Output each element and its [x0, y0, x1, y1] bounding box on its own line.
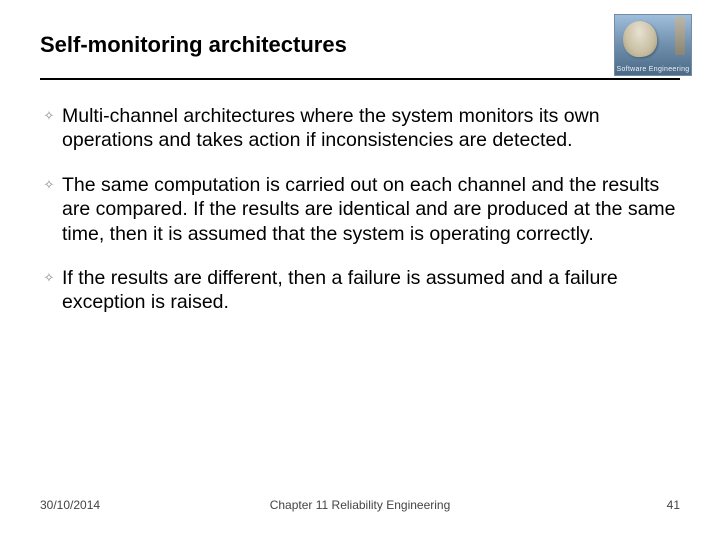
header-rule — [40, 78, 680, 80]
bullet-text: If the results are different, then a fai… — [62, 266, 680, 315]
list-item: ✧ If the results are different, then a f… — [40, 266, 680, 315]
diamond-bullet-icon: ✧ — [40, 270, 58, 286]
logo-caption: Software Engineering — [615, 66, 691, 73]
book-cover-icon: Software Engineering — [614, 14, 692, 76]
footer-chapter: Chapter 11 Reliability Engineering — [40, 498, 680, 512]
diamond-bullet-icon: ✧ — [40, 108, 58, 124]
slide: Self-monitoring architectures Software E… — [0, 0, 720, 540]
slide-header: Self-monitoring architectures Software E… — [40, 32, 680, 76]
slide-footer: 30/10/2014 Chapter 11 Reliability Engine… — [40, 498, 680, 512]
bullet-list: ✧ Multi-channel architectures where the … — [40, 104, 680, 315]
list-item: ✧ The same computation is carried out on… — [40, 173, 680, 246]
diamond-bullet-icon: ✧ — [40, 177, 58, 193]
bullet-text: The same computation is carried out on e… — [62, 173, 680, 246]
list-item: ✧ Multi-channel architectures where the … — [40, 104, 680, 153]
slide-title: Self-monitoring architectures — [40, 32, 680, 76]
bullet-text: Multi-channel architectures where the sy… — [62, 104, 680, 153]
